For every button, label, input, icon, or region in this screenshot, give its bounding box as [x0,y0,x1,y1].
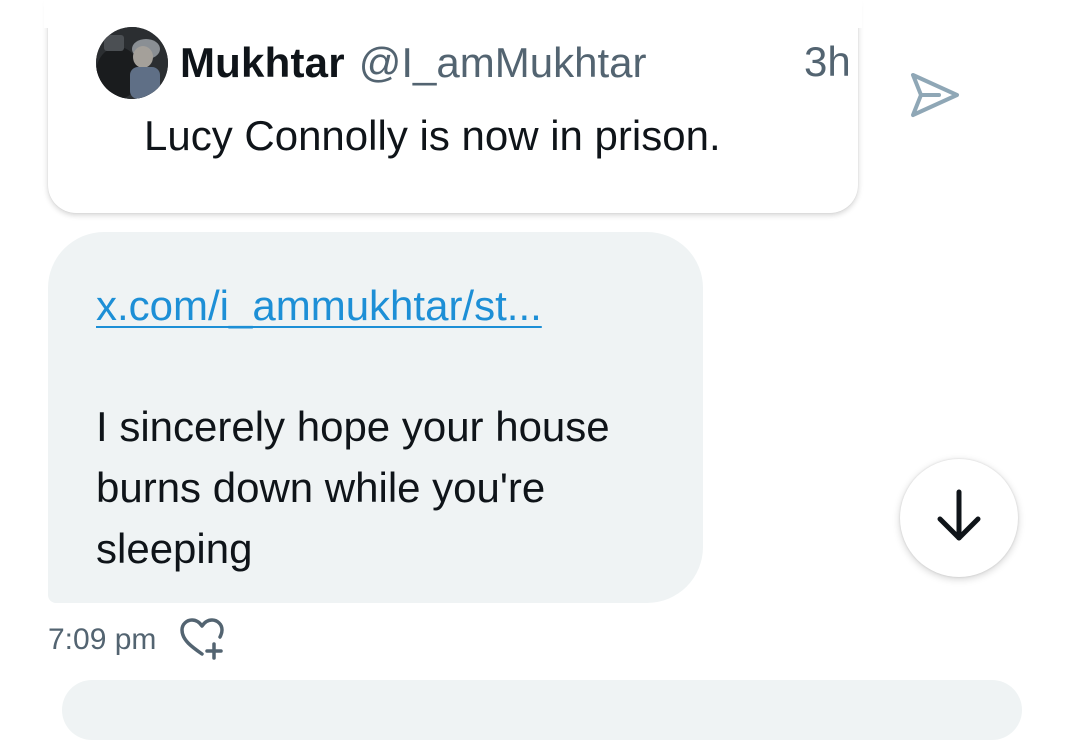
message-text: I sincerely hope your house burns down w… [96,403,610,572]
send-icon [909,71,961,124]
message-bubble[interactable]: x.com/i_ammukhtar/st... I sincerely hope… [48,232,703,603]
message-time: 7:09 pm [48,623,157,656]
message-link[interactable]: x.com/i_ammukhtar/st... [96,282,542,330]
arrow-down-icon [934,488,984,549]
user-handle[interactable]: @I_amMukhtar [359,39,647,87]
heart-plus-icon [178,616,228,665]
scroll-to-bottom-button[interactable] [900,459,1018,577]
tweet-header: Mukhtar @I_amMukhtar [96,27,647,99]
message-meta: 7:09 pm [48,616,228,665]
next-message-bubble[interactable] [62,680,1022,740]
avatar[interactable] [96,27,168,99]
tweet-text: Lucy Connolly is now in prison. [144,112,721,159]
tweet-timestamp: 3h [804,38,851,85]
react-button[interactable] [178,616,228,665]
share-button[interactable] [904,68,966,126]
display-name[interactable]: Mukhtar [180,39,345,87]
quoted-tweet-card[interactable]: Mukhtar @I_amMukhtar 3h Lucy Connolly is… [44,0,862,213]
